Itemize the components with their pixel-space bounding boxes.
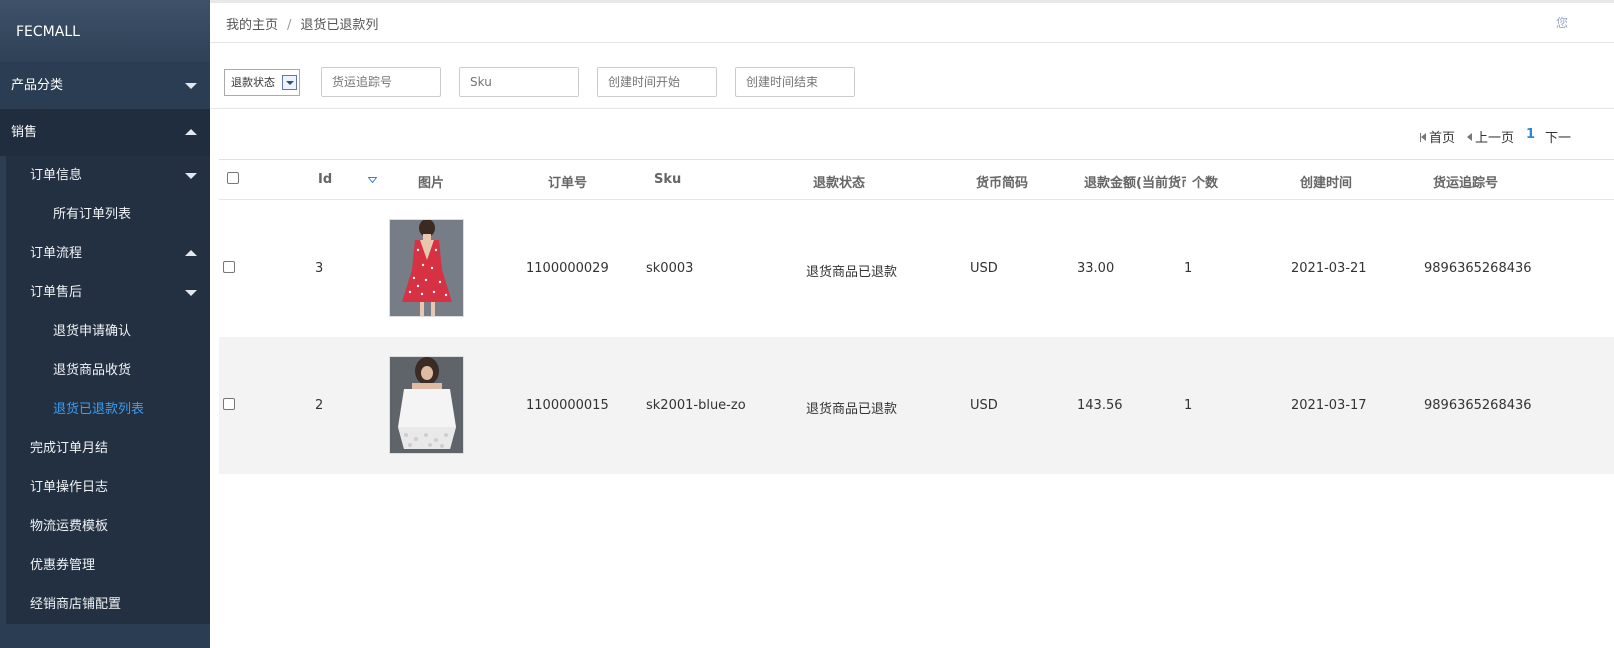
sidebar-item-return-receive[interactable]: 退货商品收货: [6, 351, 210, 390]
sidebar-item-order-info[interactable]: 订单信息: [6, 156, 210, 195]
pager-first-label: 首页: [1429, 131, 1456, 146]
column-header-image: 图片: [418, 176, 445, 191]
chevron-down-icon: [185, 289, 197, 296]
sales-submenu: 订单信息 所有订单列表 订单流程 订单售后 退货申请确认 退货商品收货 退货已退…: [6, 156, 210, 624]
top-divider: [210, 0, 1614, 3]
tracking-number-input[interactable]: [321, 67, 441, 97]
product-image[interactable]: [389, 356, 464, 454]
prev-page-icon: [1467, 133, 1472, 141]
cell-created: 2021-03-21: [1291, 261, 1367, 276]
cell-order-no: 1100000015: [526, 398, 609, 413]
cell-refund-status: 退货商品已退款: [806, 402, 898, 417]
pager-prev-link[interactable]: 上一页: [1467, 127, 1514, 146]
row-checkbox[interactable]: [223, 398, 235, 410]
cell-currency: USD: [970, 398, 998, 413]
sidebar-item-shipping-template[interactable]: 物流运费模板: [6, 507, 210, 546]
sidebar-item-label: 销售: [11, 125, 38, 140]
pager-current-page[interactable]: 1: [1526, 127, 1535, 142]
cell-sku: sk2001-blue-zo: [646, 398, 746, 413]
sidebar: FECMALL 产品分类 销售 订单信息 所有订单列表 订单流程 订单售后 退货…: [0, 0, 210, 648]
sidebar-item-after-sale[interactable]: 订单售后: [6, 273, 210, 312]
dropdown-arrow-icon[interactable]: [282, 75, 297, 90]
sidebar-item-product-category[interactable]: 产品分类: [0, 62, 210, 109]
cell-refund-status: 退货商品已退款: [806, 265, 898, 280]
brand-logo[interactable]: FECMALL: [0, 0, 210, 62]
sidebar-item-order-flow[interactable]: 订单流程: [6, 234, 210, 273]
chevron-up-icon: [185, 128, 197, 135]
sort-desc-icon[interactable]: [368, 177, 377, 183]
red-polka-dress-image: [390, 220, 463, 316]
select-all-checkbox[interactable]: [227, 172, 239, 184]
chevron-down-icon: [185, 172, 197, 179]
cell-tracking: 9896365268436: [1424, 398, 1532, 413]
sidebar-item-monthly[interactable]: 完成订单月结: [6, 429, 210, 468]
cell-sku: sk0003: [646, 261, 694, 276]
white-lace-blouse-image: [390, 357, 463, 453]
sku-input[interactable]: [459, 67, 579, 97]
first-page-arrow-icon: [1421, 133, 1426, 141]
sidebar-item-label: 订单流程: [30, 246, 83, 261]
cell-refund-amount: 143.56: [1077, 398, 1123, 413]
divider: [210, 108, 1614, 109]
sidebar-item-order-log[interactable]: 订单操作日志: [6, 468, 210, 507]
divider: [210, 42, 1614, 43]
pager-first-link[interactable]: 首页: [1420, 127, 1455, 146]
cell-quantity: 1: [1184, 398, 1193, 413]
column-header-created[interactable]: 创建时间: [1300, 172, 1352, 191]
cell-id: 2: [315, 398, 324, 413]
row-checkbox[interactable]: [223, 261, 235, 273]
column-header-order-no[interactable]: 订单号: [548, 172, 587, 191]
column-header-sku[interactable]: Sku: [654, 172, 681, 187]
sidebar-item-sales[interactable]: 销售: [0, 109, 210, 156]
chevron-down-icon: [185, 82, 197, 89]
product-image[interactable]: [389, 219, 464, 317]
divider: [219, 159, 1614, 160]
pager-next-link[interactable]: 下一: [1545, 127, 1571, 146]
created-end-input[interactable]: [735, 67, 855, 97]
cell-quantity: 1: [1184, 261, 1193, 276]
sidebar-item-label: 产品分类: [11, 78, 64, 93]
sidebar-item-all-orders[interactable]: 所有订单列表: [6, 195, 210, 234]
cell-created: 2021-03-17: [1291, 398, 1367, 413]
column-header-refund-status[interactable]: 退款状态: [813, 172, 865, 191]
sidebar-item-distributor[interactable]: 经销商店铺配置: [6, 585, 210, 624]
column-header-tracking[interactable]: 货运追踪号: [1433, 172, 1498, 191]
chevron-up-icon: [185, 249, 197, 256]
cell-refund-amount: 33.00: [1077, 261, 1115, 276]
cell-tracking: 9896365268436: [1424, 261, 1532, 276]
select-value: 退款状态: [231, 76, 275, 89]
sidebar-item-coupon[interactable]: 优惠券管理: [6, 546, 210, 585]
breadcrumb: 我的主页 / 退货已退款列: [226, 14, 378, 33]
breadcrumb-home[interactable]: 我的主页: [226, 18, 278, 33]
breadcrumb-separator: /: [287, 18, 292, 33]
pager-prev-label: 上一页: [1475, 131, 1515, 146]
header-user-text[interactable]: 您: [1556, 14, 1568, 31]
refund-status-select[interactable]: 退款状态: [224, 69, 300, 96]
sidebar-item-return-confirm[interactable]: 退货申请确认: [6, 312, 210, 351]
created-start-input[interactable]: [597, 67, 717, 97]
cell-id: 3: [315, 261, 324, 276]
sidebar-item-label: 订单信息: [30, 168, 83, 183]
cell-currency: USD: [970, 261, 998, 276]
column-header-currency[interactable]: 货币简码: [976, 172, 1028, 191]
cell-order-no: 1100000029: [526, 261, 609, 276]
column-header-refund-amount[interactable]: 退款金额(当前货币: [1084, 172, 1186, 191]
sidebar-item-return-refunded[interactable]: 退货已退款列表: [6, 390, 210, 429]
column-header-quantity[interactable]: 个数: [1192, 172, 1218, 191]
sidebar-item-label: 订单售后: [30, 285, 83, 300]
column-header-id[interactable]: Id: [318, 172, 332, 187]
breadcrumb-current: 退货已退款列: [300, 18, 379, 33]
